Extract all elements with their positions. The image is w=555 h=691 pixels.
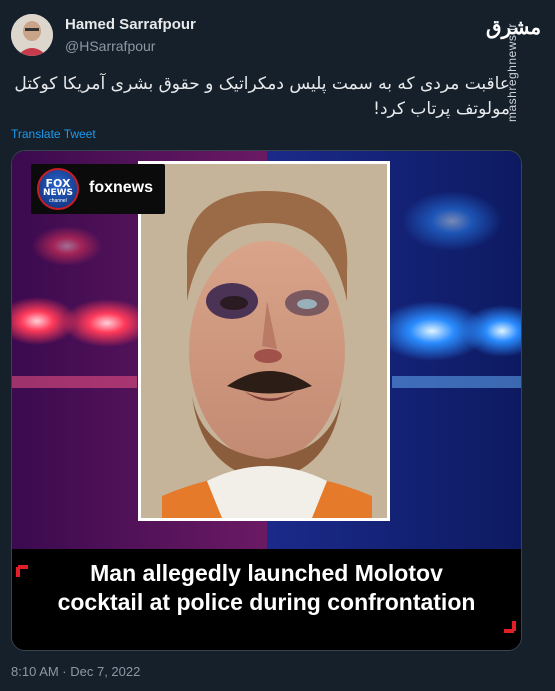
- mugshot-photo: [138, 161, 390, 521]
- fox-news-logo: FOX NEWS channel: [37, 168, 79, 210]
- caption-line-2: cocktail at police during confrontation: [57, 589, 476, 615]
- tweet-text: عاقبت مردی که به سمت پلیس دمکراتیک و حقو…: [14, 74, 510, 119]
- author-avatar[interactable]: [11, 14, 53, 56]
- author-name[interactable]: Hamed Sarrafpour: [65, 16, 196, 33]
- tweet-timestamp[interactable]: 8:10 AM · Dec 7, 2022: [11, 664, 140, 679]
- channel-badge: FOX NEWS channel foxnews: [31, 164, 165, 214]
- translate-tweet-link[interactable]: Translate Tweet: [11, 127, 96, 141]
- avatar-photo: [11, 14, 53, 56]
- channel-label: foxnews: [89, 179, 154, 196]
- logo-line3: channel: [49, 198, 67, 204]
- tweet-media-image[interactable]: FOX NEWS channel foxnews Man allegedly l…: [11, 150, 522, 651]
- logo-line2: NEWS: [42, 188, 74, 198]
- media-caption: Man allegedly launched Molotov cocktail …: [12, 559, 521, 617]
- caption-line-1: Man allegedly launched Molotov: [90, 560, 443, 586]
- author-handle[interactable]: @HSarrafpour: [65, 38, 155, 54]
